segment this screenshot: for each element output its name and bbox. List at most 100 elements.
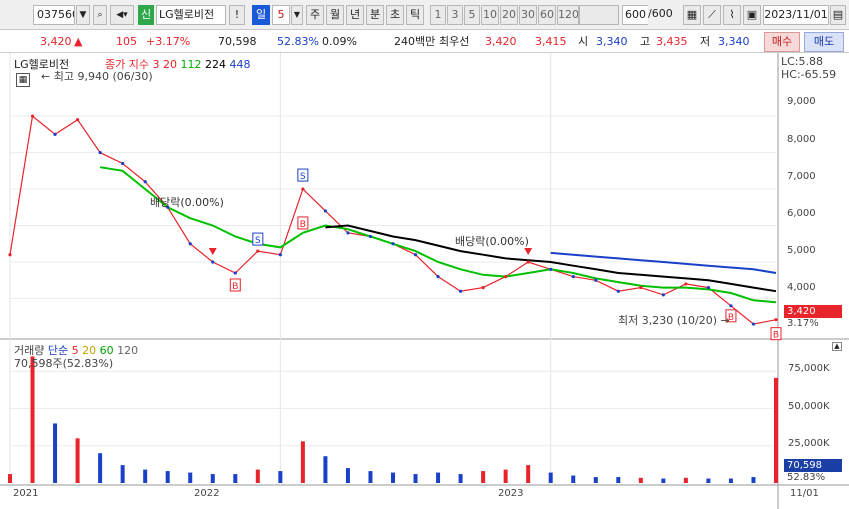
stock-name[interactable]: LG헬로비전	[156, 5, 226, 25]
count-input[interactable]: 600	[622, 5, 648, 25]
hc-label: HC:-65.59	[781, 68, 837, 81]
volume-bar	[774, 377, 778, 483]
compare-icon[interactable]: ⌇	[723, 5, 741, 25]
x-tick-end: 11/01	[790, 488, 819, 499]
calendar-icon[interactable]: ▤	[830, 5, 846, 25]
x-tick-2023: 2023	[498, 488, 524, 499]
low-label: 저	[700, 35, 711, 48]
vol-tick-75000: 75,000K	[788, 363, 830, 374]
y-tick-8000: 8,000	[787, 134, 816, 145]
trade-amount: 240백만	[394, 35, 436, 48]
best-bid: 3,415	[535, 35, 567, 48]
volume-bar	[165, 471, 170, 483]
stock-code-input[interactable]: 037560	[33, 5, 75, 25]
code-dropdown-icon[interactable]: ▼	[76, 5, 90, 25]
y-tick-6000: 6,000	[787, 208, 816, 219]
vol-tick-50000: 50,000K	[788, 401, 830, 412]
volume-bar	[233, 474, 238, 483]
close-point	[301, 187, 305, 191]
last-volume-pct: 52.83%	[787, 472, 826, 483]
close-point	[188, 242, 192, 246]
volume-bar	[706, 478, 711, 483]
minute-button-3[interactable]: 10	[481, 5, 499, 25]
count-total: /600	[648, 7, 673, 20]
close-point	[729, 304, 733, 308]
close-point	[121, 161, 125, 166]
minute-button-5[interactable]: 30	[519, 5, 537, 25]
close-point	[571, 275, 575, 279]
chart-tool-icon[interactable]: ⟋	[703, 5, 721, 25]
date-input[interactable]: 2023/11/01	[763, 5, 829, 25]
spacer-box	[579, 5, 619, 25]
close-point	[75, 118, 80, 122]
toolbar: 037560 ▼ ⌕ ◀▾ 신 LG헬로비전 ! 일 5 ▼ 주월년분초틱135…	[0, 0, 849, 30]
volume-bar	[683, 477, 688, 483]
current-price: 3,420	[40, 35, 72, 48]
volume-bar	[458, 474, 463, 483]
legend-ma448: 448	[229, 58, 251, 71]
search-icon[interactable]: ⌕	[93, 5, 107, 25]
signal-letter: B	[300, 220, 306, 230]
close-point	[458, 289, 463, 293]
period-dropdown-icon[interactable]: ▼	[291, 5, 303, 25]
period-number[interactable]: 5	[272, 5, 290, 25]
warning-button[interactable]: !	[229, 5, 245, 25]
price-change: 105	[116, 35, 137, 48]
period-button-3[interactable]: 분	[366, 5, 384, 25]
last-volume-tag: 70,598	[784, 459, 842, 472]
minute-button-7[interactable]: 120	[557, 5, 579, 25]
volume-bar	[593, 477, 598, 483]
close-point	[278, 253, 282, 257]
period-button-4[interactable]: 초	[386, 5, 404, 25]
max-price-label: ← 최고 9,940 (06/30)	[41, 70, 153, 83]
dividend-label-1: 배당락(0.00%)	[150, 196, 224, 209]
stock-chart[interactable]: SBSBBB	[0, 53, 849, 509]
period-button-5[interactable]: 틱	[406, 5, 424, 25]
period-button-0[interactable]: 주	[306, 5, 324, 25]
min-price-text: 최저 3,230 (10/20)	[618, 314, 718, 327]
max-price-text: 최고 9,940 (06/30)	[53, 70, 153, 83]
volume-bar	[436, 472, 441, 483]
volume-bar	[323, 456, 328, 483]
best-ask: 3,420	[485, 35, 517, 48]
up-arrow-icon: ▲	[74, 35, 83, 48]
volume-bar	[98, 453, 103, 483]
dividend-label-2: 배당락(0.00%)	[455, 235, 529, 248]
volume-bar	[548, 472, 553, 483]
lc-label: LC:5.88	[781, 55, 824, 68]
close-point	[526, 260, 530, 264]
best-quote-label: 최우선	[439, 35, 470, 48]
volume-ratio: 52.83%	[277, 35, 319, 48]
period-button-2[interactable]: 년	[346, 5, 364, 25]
min-price-label: 최저 3,230 (10/20) →	[618, 314, 730, 327]
volume-bar	[255, 469, 260, 483]
sell-button[interactable]: 매도	[804, 32, 844, 52]
speaker-icon[interactable]: ◀▾	[110, 5, 134, 25]
close-point	[706, 285, 711, 290]
minute-button-6[interactable]: 60	[538, 5, 556, 25]
collapse-icon[interactable]: ▲	[832, 342, 842, 351]
y-tick-7000: 7,000	[787, 171, 816, 182]
minute-button-4[interactable]: 20	[500, 5, 518, 25]
signal-letter: B	[773, 331, 779, 341]
grid-icon[interactable]: ▦	[683, 5, 701, 25]
signal-letter: S	[300, 172, 306, 182]
close-point	[233, 271, 237, 275]
period-day-button[interactable]: 일	[252, 5, 270, 25]
period-button-1[interactable]: 월	[326, 5, 344, 25]
minute-button-0[interactable]: 1	[430, 5, 446, 25]
close-point	[413, 253, 418, 257]
save-icon[interactable]: ▣	[743, 5, 761, 25]
volume-current: 70,598주(52.83%)	[14, 357, 114, 370]
table-icon[interactable]: ▦	[16, 73, 30, 87]
minute-button-2[interactable]: 5	[464, 5, 480, 25]
minute-button-1[interactable]: 3	[447, 5, 463, 25]
high-label: 고	[640, 35, 651, 48]
x-tick-2022: 2022	[194, 488, 220, 499]
volume-bar	[503, 469, 508, 483]
close-point	[30, 114, 35, 118]
x-tick-2021: 2021	[13, 488, 39, 499]
volume-bar	[751, 477, 756, 483]
buy-button[interactable]: 매수	[764, 32, 800, 52]
open-price: 3,340	[596, 35, 628, 48]
